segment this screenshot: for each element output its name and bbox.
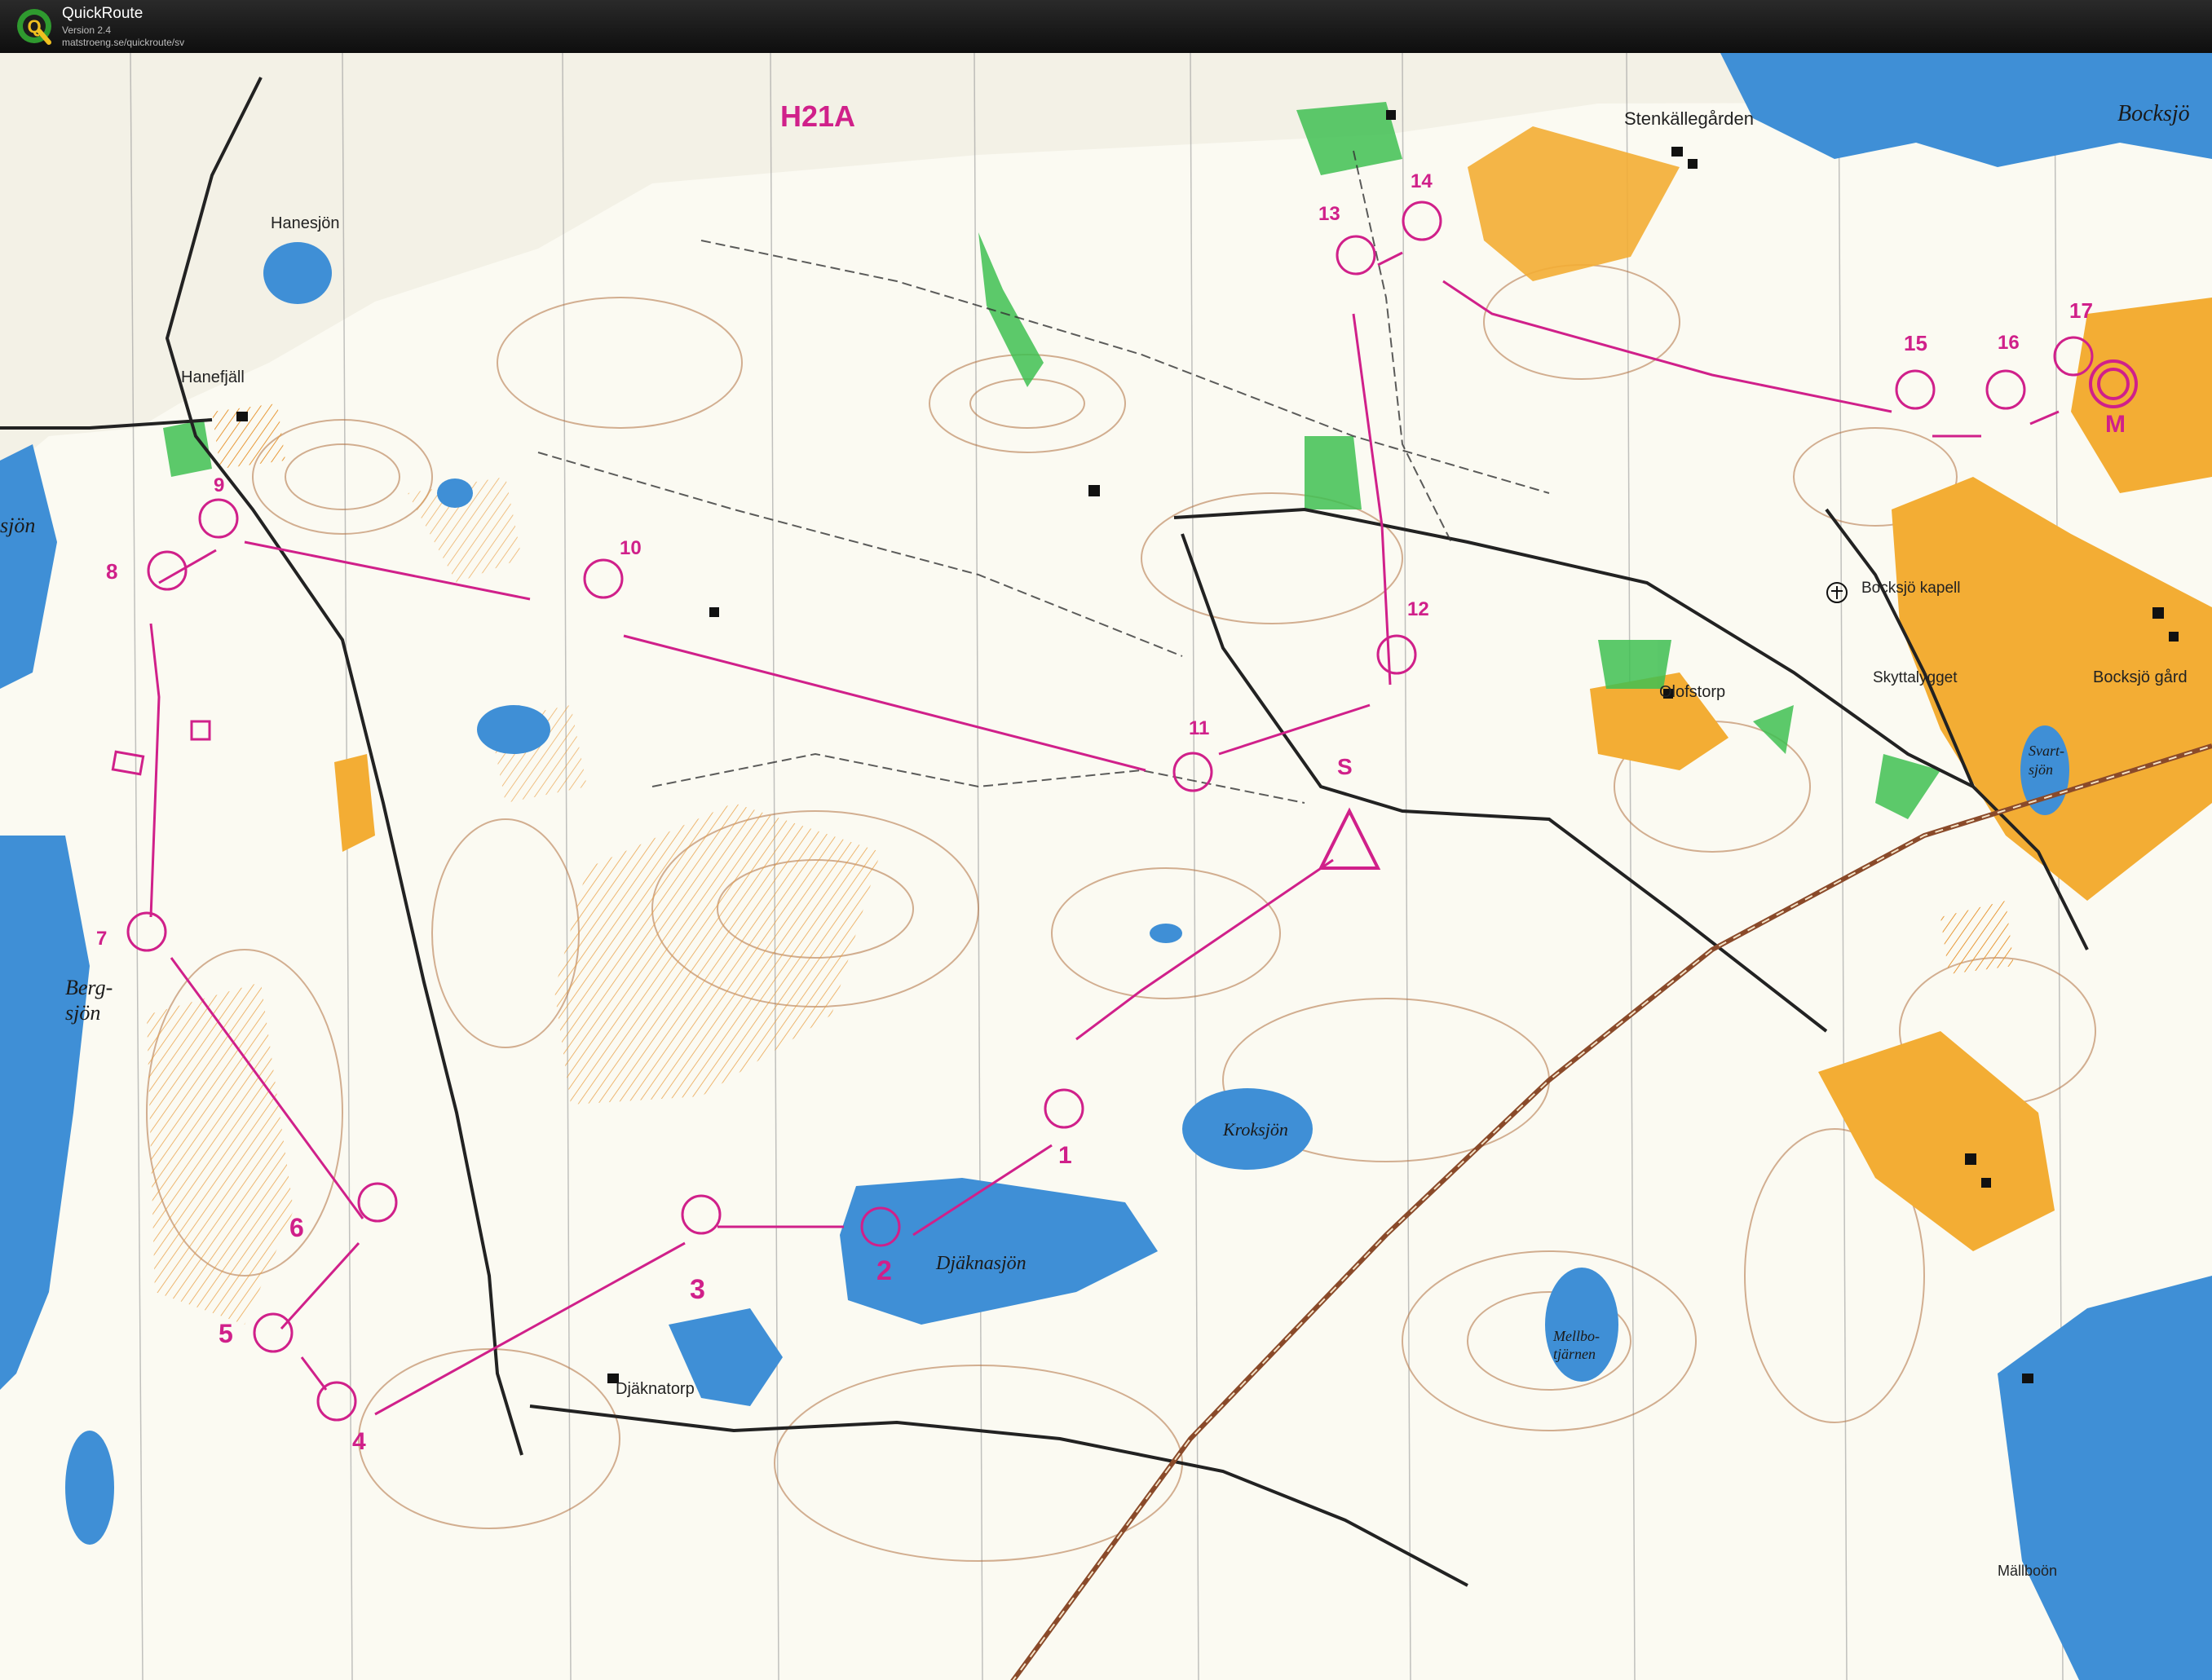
control-number-3: 3 — [690, 1274, 705, 1305]
orienteering-map[interactable]: 1 2 3 4 5 6 7 8 9 10 11 12 13 14 15 16 1… — [0, 53, 2212, 1680]
control-number-14: 14 — [1411, 170, 1433, 192]
label-mallboon: Mällboön — [1998, 1563, 2057, 1579]
control-number-15: 15 — [1904, 331, 1927, 355]
label-olofstorp: Olofstorp — [1659, 683, 1725, 701]
control-number-2: 2 — [876, 1255, 892, 1286]
label-stenkallegarden: Stenkällegården — [1624, 108, 1754, 129]
logo-letter: Q — [27, 16, 41, 37]
control-number-10: 10 — [620, 537, 642, 559]
quickroute-logo-icon: Q — [17, 9, 51, 45]
label-sjon-left: sjön — [0, 514, 35, 537]
label-hanesjon: Hanesjön — [271, 214, 340, 232]
label-svartsjon-1: Svart- — [2029, 743, 2064, 759]
control-number-1: 1 — [1058, 1142, 1072, 1169]
control-number-16: 16 — [1998, 332, 2020, 354]
control-number-4: 4 — [352, 1428, 366, 1455]
label-kroksjon: Kroksjön — [1222, 1119, 1288, 1140]
app-name: QuickRoute — [62, 5, 143, 22]
label-bocksjo-kapell: Bocksjö kapell — [1861, 580, 1960, 597]
finish-label: M — [2105, 411, 2126, 438]
control-number-17: 17 — [2069, 298, 2093, 323]
control-number-12: 12 — [1407, 598, 1429, 620]
label-mellbotjarnen-1: Mellbo- — [1552, 1328, 1600, 1344]
app-url: matstroeng.se/quickroute/sv — [62, 37, 185, 48]
title-bar: Q QuickRoute Version 2.4 matstroeng.se/q… — [0, 0, 2212, 53]
control-number-9: 9 — [214, 474, 224, 496]
label-bergsjon-1: Berg- — [65, 976, 113, 999]
label-bocksjo-gard: Bocksjö gård — [2093, 668, 2188, 686]
label-bergsjon-2: sjön — [65, 1001, 100, 1025]
control-number-5: 5 — [219, 1319, 233, 1348]
label-svartsjon-2: sjön — [2029, 761, 2053, 778]
control-number-6: 6 — [289, 1213, 304, 1242]
control-number-8: 8 — [106, 559, 117, 584]
start-label: S — [1337, 754, 1353, 779]
label-mellbotjarnen-2: tjärnen — [1553, 1346, 1596, 1362]
label-djaknasjon: Djäknasjön — [935, 1253, 1027, 1274]
map-viewport[interactable]: 1 2 3 4 5 6 7 8 9 10 11 12 13 14 15 16 1… — [0, 53, 2212, 1680]
label-djaknatorp: Djäknatorp — [616, 1380, 695, 1398]
control-number-11: 11 — [1189, 717, 1209, 739]
label-hanefjall: Hanefjäll — [181, 368, 245, 386]
app-version: Version 2.4 — [62, 24, 112, 36]
control-number-13: 13 — [1318, 203, 1340, 225]
label-bocksjon: Bocksjö — [2117, 101, 2190, 126]
control-number-7: 7 — [96, 928, 107, 950]
label-skyttalygget: Skyttalygget — [1873, 669, 1958, 686]
course-label: H21A — [780, 99, 855, 133]
